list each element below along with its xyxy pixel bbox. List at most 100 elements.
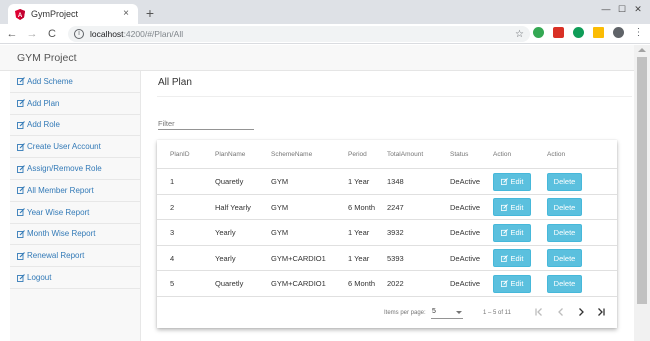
browser-tab[interactable]: A GymProject ×	[8, 4, 138, 24]
star-icon[interactable]: ☆	[515, 29, 524, 40]
scrollbar-thumb[interactable]	[637, 57, 647, 304]
cell-planid: 3	[170, 228, 175, 237]
delete-button[interactable]: Delete	[547, 223, 582, 242]
page-size-value: 5	[432, 308, 436, 315]
cell-planid: 1	[170, 177, 175, 186]
edit-button-label: Edit	[510, 228, 524, 237]
sidebar-item-add-role[interactable]: Add Role	[10, 115, 140, 137]
cell-schemename: GYM	[271, 177, 289, 186]
delete-button[interactable]: Delete	[547, 249, 582, 267]
cell-totalamount: 2247	[387, 202, 404, 212]
column-header-totalamount[interactable]: TotalAmount	[387, 151, 423, 158]
edit-button[interactable]: Edit	[493, 249, 531, 267]
cell-schemename: GYM+CARDIO1	[271, 253, 326, 263]
sidebar-item-month-wise-report[interactable]: Month Wise Report	[10, 224, 140, 246]
extension-icon[interactable]	[573, 27, 584, 38]
cell-schemename: GYM+CARDIO1	[271, 279, 326, 288]
cell-status: DeActive	[450, 279, 481, 288]
cell-planid: 4	[170, 253, 175, 263]
sidebar-item-create-user-account[interactable]: Create User Account	[10, 136, 140, 159]
close-window-icon[interactable]: ✕	[630, 2, 646, 16]
edit-icon	[17, 77, 25, 86]
profile-avatar[interactable]	[613, 27, 624, 38]
column-header-planname[interactable]: PlanName	[215, 151, 245, 158]
url-text: localhost:4200/#/Plan/All	[90, 29, 184, 39]
cell-planname: Quaretly	[215, 279, 244, 288]
chevron-down-icon	[456, 311, 462, 314]
sidebar-item-year-wise-report[interactable]: Year Wise Report	[10, 202, 140, 224]
sidebar-item-add-plan[interactable]: Add Plan	[10, 93, 140, 115]
edit-button[interactable]: Edit	[493, 172, 531, 191]
cell-planname: Quaretly	[215, 177, 244, 186]
edit-button[interactable]: Edit	[493, 198, 531, 216]
vertical-scrollbar[interactable]	[634, 45, 650, 341]
brand-title[interactable]: GYM Project	[17, 52, 77, 64]
new-tab-icon[interactable]: +	[143, 6, 157, 20]
extension-icon[interactable]	[553, 27, 564, 38]
delete-button[interactable]: Delete	[547, 274, 582, 293]
sidebar-item-label: Add Plan	[27, 98, 60, 108]
filter-input[interactable]	[158, 117, 254, 130]
column-header-status[interactable]: Status	[450, 151, 468, 158]
sidebar-item-add-scheme[interactable]: Add Scheme	[10, 71, 140, 93]
cell-status: DeActive	[450, 202, 481, 212]
scroll-up-icon[interactable]	[638, 48, 646, 52]
cell-planname: Half Yearly	[215, 202, 251, 212]
sidebar-item-renewal-report[interactable]: Renewal Report	[10, 245, 140, 268]
edit-icon	[500, 229, 508, 236]
sidebar-item-all-member-report[interactable]: All Member Report	[10, 180, 140, 202]
cell-schemename: GYM	[271, 228, 289, 237]
delete-button[interactable]: Delete	[547, 172, 582, 191]
table-row: 4 Yearly GYM+CARDIO1 1 Year 5393 DeActive Edit…	[157, 246, 617, 271]
sidebar-item-assign-remove-role[interactable]: Assign/Remove Role	[10, 158, 140, 180]
edit-icon	[500, 178, 508, 185]
app-root: GYM Project Add Scheme Add Plan Add Role Cr…	[0, 45, 650, 341]
items-per-page-label: Items per page:	[384, 310, 426, 316]
address-bar[interactable]: i localhost:4200/#/Plan/All ☆	[68, 26, 530, 42]
cell-planname: Yearly	[215, 253, 236, 263]
extension-icon[interactable]	[533, 27, 544, 38]
maximize-icon[interactable]: ☐	[614, 2, 630, 16]
previous-page-icon[interactable]	[553, 304, 569, 320]
sidebar-item-label: Assign/Remove Role	[27, 164, 102, 174]
tab-close-icon[interactable]: ×	[120, 8, 132, 20]
browser-toolbar: ← → C ⌂ i localhost:4200/#/Plan/All ☆ ⋮	[0, 24, 650, 44]
browser-tabstrip: A GymProject × + — ☐ ✕	[0, 0, 650, 24]
page-size-select[interactable]: 5	[431, 305, 463, 319]
forward-icon[interactable]: →	[24, 26, 40, 42]
first-page-icon[interactable]	[531, 304, 547, 320]
column-header-schemename[interactable]: SchemeName	[271, 151, 312, 158]
next-page-icon[interactable]	[573, 304, 589, 320]
last-page-icon[interactable]	[593, 304, 609, 320]
sidebar-item-label: Renewal Report	[27, 251, 85, 261]
sidebar-item-logout[interactable]: Logout	[10, 267, 140, 289]
reload-icon[interactable]: C	[44, 26, 60, 42]
delete-button[interactable]: Delete	[547, 198, 582, 216]
menu-kebab-icon[interactable]: ⋮	[633, 27, 644, 38]
column-header-period[interactable]: Period	[348, 151, 367, 158]
main-content: All Plan PlanID PlanName SchemeName Peri…	[157, 71, 632, 341]
table-row: 1 Quaretly GYM 1 Year 1348 DeActive Edit Delete	[157, 169, 617, 195]
column-header-planid[interactable]: PlanID	[170, 151, 190, 158]
back-icon[interactable]: ←	[4, 26, 20, 42]
cell-planid: 2	[170, 202, 175, 212]
edit-icon	[17, 121, 25, 129]
edit-button-label: Edit	[510, 177, 524, 186]
cell-totalamount: 1348	[387, 177, 404, 186]
table-row: 3 Yearly GYM 1 Year 3932 DeActive Edit Delete	[157, 220, 617, 246]
sidebar: Add Scheme Add Plan Add Role Create User Ac…	[10, 71, 141, 341]
edit-button-label: Edit	[510, 279, 524, 288]
cell-totalamount: 5393	[387, 253, 404, 263]
edit-icon	[17, 273, 25, 282]
edit-button[interactable]: Edit	[493, 223, 531, 242]
cell-period: 1 Year	[348, 177, 370, 186]
site-info-icon[interactable]: i	[74, 29, 84, 39]
minimize-icon[interactable]: —	[598, 2, 614, 16]
sidebar-item-label: Month Wise Report	[27, 229, 96, 239]
extension-icon[interactable]	[593, 27, 604, 38]
table-row: 2 Half Yearly GYM 6 Month 2247 DeActive Edit De…	[157, 195, 617, 220]
svg-text:A: A	[17, 13, 22, 19]
edit-button-label: Edit	[510, 202, 524, 212]
edit-button[interactable]: Edit	[493, 274, 531, 293]
edit-icon	[17, 251, 25, 260]
